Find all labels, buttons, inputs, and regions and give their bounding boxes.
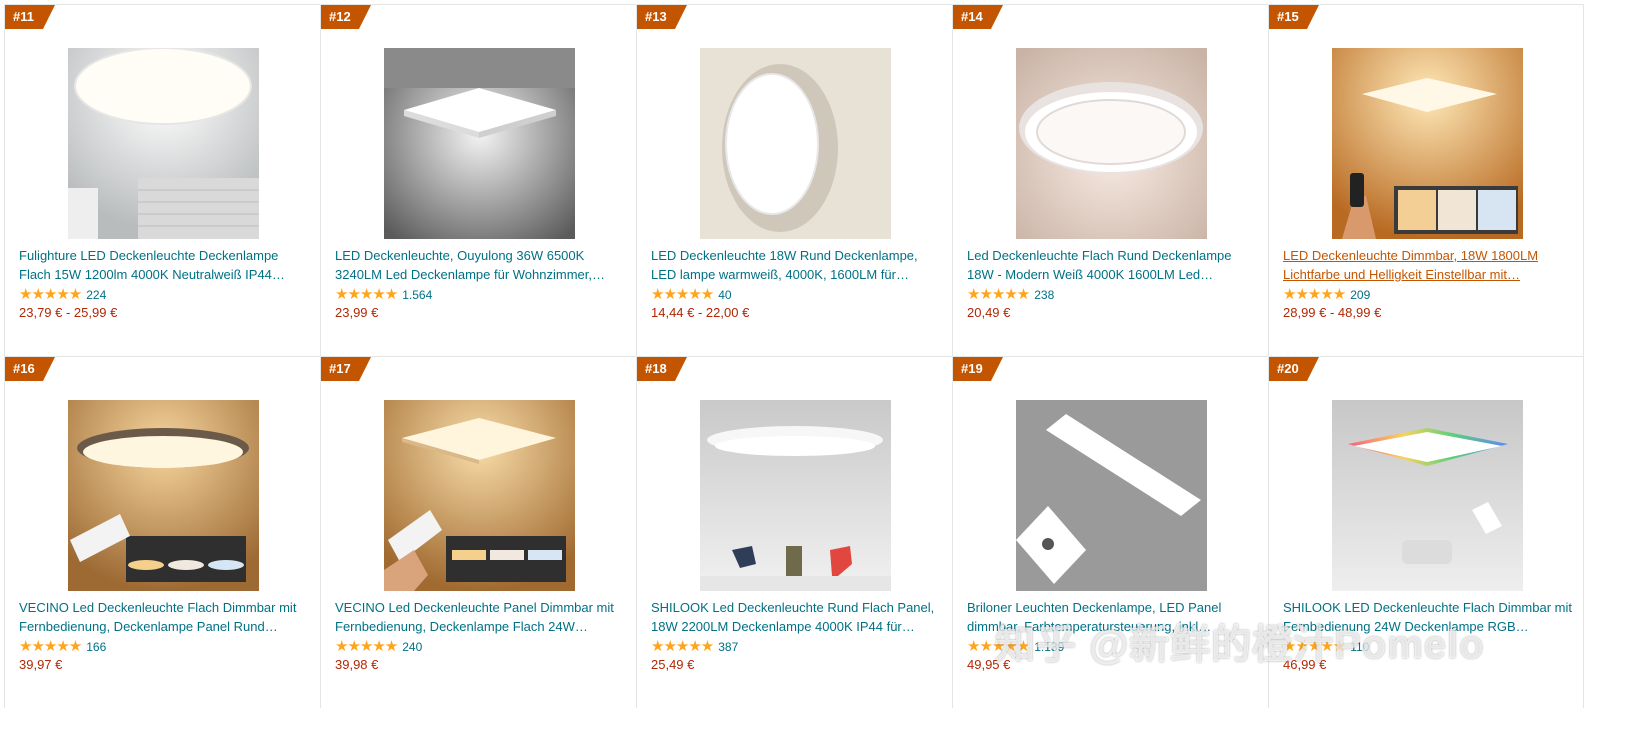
rank-badge: #16 [5, 357, 55, 381]
product-title-link[interactable]: LED Deckenleuchte, Ouyulong 36W 6500K 32… [335, 246, 625, 284]
rank-badge: #17 [321, 357, 371, 381]
rating[interactable]: ★★★★★ 238 [967, 287, 1054, 303]
product-title-link[interactable]: SHILOOK Led Deckenleuchte Rund Flach Pan… [651, 598, 941, 636]
rating[interactable]: ★★★★★ 209 [1283, 287, 1370, 303]
price: 14,44 € - 22,00 € [651, 305, 750, 320]
product-card[interactable]: #12 LED Deckenleuchte, Ouyulong 36W 6500… [320, 4, 636, 356]
product-title-link[interactable]: Led Deckenleuchte Flach Rund Deckenlampe… [967, 246, 1257, 284]
star-rating-icon: ★★★★★ [1283, 286, 1346, 303]
price: 39,97 € [19, 657, 63, 672]
price: 23,79 € - 25,99 € [19, 305, 118, 320]
review-count-link[interactable]: 209 [1350, 288, 1370, 302]
review-count-link[interactable]: 1.564 [402, 288, 432, 302]
rank-badge: #12 [321, 5, 371, 29]
star-rating-icon: ★★★★★ [967, 286, 1030, 303]
star-rating-icon: ★★★★★ [19, 638, 82, 655]
product-image[interactable] [1332, 48, 1523, 239]
rating[interactable]: ★★★★★ 224 [19, 287, 106, 303]
rating[interactable]: ★★★★★ 166 [19, 639, 106, 655]
product-title-link[interactable]: Fulighture LED Deckenleuchte Deckenlampe… [19, 246, 309, 284]
star-rating-icon: ★★★★★ [651, 286, 714, 303]
review-count-link[interactable]: 110 [1350, 640, 1369, 654]
review-count-link[interactable]: 224 [86, 288, 106, 302]
price: 20,49 € [967, 305, 1011, 320]
product-title-link[interactable]: LED Deckenleuchte Dimmbar, 18W 1800LM Li… [1283, 246, 1573, 284]
rating[interactable]: ★★★★★ 387 [651, 639, 738, 655]
rating[interactable]: ★★★★★ 40 [651, 287, 732, 303]
product-card[interactable]: #14 Led Deckenleuchte Flach Rund Deckenl… [952, 4, 1268, 356]
review-count-link[interactable]: 387 [718, 640, 738, 654]
review-count-link[interactable]: 40 [718, 288, 731, 302]
review-count-link[interactable]: 240 [402, 640, 422, 654]
rank-badge: #20 [1269, 357, 1319, 381]
review-count-link[interactable]: 166 [86, 640, 106, 654]
rank-badge: #14 [953, 5, 1003, 29]
rating[interactable]: ★★★★★ 110 [1283, 639, 1369, 655]
product-image[interactable] [1332, 400, 1523, 591]
product-image[interactable] [68, 400, 259, 591]
star-rating-icon: ★★★★★ [1283, 638, 1346, 655]
product-card[interactable]: #17 VECINO Led Deckenleuchte Panel Dimmb… [320, 356, 636, 708]
rating[interactable]: ★★★★★ 1.564 [335, 287, 432, 303]
product-title-link[interactable]: VECINO Led Deckenleuchte Panel Dimmbar m… [335, 598, 625, 636]
product-image[interactable] [68, 48, 259, 239]
price: 46,99 € [1283, 657, 1327, 672]
star-rating-icon: ★★★★★ [967, 638, 1030, 655]
rank-badge: #18 [637, 357, 687, 381]
star-rating-icon: ★★★★★ [335, 286, 398, 303]
review-count-link[interactable]: 1.139 [1034, 640, 1064, 654]
review-count-link[interactable]: 238 [1034, 288, 1054, 302]
product-image[interactable] [384, 48, 575, 239]
rank-badge: #15 [1269, 5, 1319, 29]
star-rating-icon: ★★★★★ [19, 286, 82, 303]
star-rating-icon: ★★★★★ [335, 638, 398, 655]
product-card[interactable]: #19 Briloner Leuchten Deckenlampe, LED P… [952, 356, 1268, 708]
product-card[interactable]: #16 VECINO Led Deckenleuchte Flach Dimmb… [4, 356, 320, 708]
product-title-link[interactable]: Briloner Leuchten Deckenlampe, LED Panel… [967, 598, 1257, 636]
product-image[interactable] [700, 400, 891, 591]
product-title-link[interactable]: VECINO Led Deckenleuchte Flach Dimmbar m… [19, 598, 309, 636]
product-image[interactable] [1016, 400, 1207, 591]
price: 39,98 € [335, 657, 379, 672]
product-image[interactable] [384, 400, 575, 591]
product-title-link[interactable]: LED Deckenleuchte 18W Rund Deckenlampe, … [651, 246, 941, 284]
rank-badge: #13 [637, 5, 687, 29]
product-card[interactable]: #15 LED Deckenleuchte Dimmbar, 18W 1800L… [1268, 4, 1584, 356]
price: 28,99 € - 48,99 € [1283, 305, 1382, 320]
product-card[interactable]: #13 LED Deckenleuchte 18W Rund Deckenlam… [636, 4, 952, 356]
product-card[interactable]: #18 SHILOOK Led Deckenleuchte Rund Flach… [636, 356, 952, 708]
price: 49,95 € [967, 657, 1011, 672]
rank-badge: #11 [5, 5, 55, 29]
product-image[interactable] [1016, 48, 1207, 239]
rating[interactable]: ★★★★★ 1.139 [967, 639, 1064, 655]
bestseller-grid: #11 Fulighture LED Deckenleuchte Deckenl… [4, 4, 1644, 708]
product-card[interactable]: #11 Fulighture LED Deckenleuchte Deckenl… [4, 4, 320, 356]
product-title-link[interactable]: SHILOOK LED Deckenleuchte Flach Dimmbar … [1283, 598, 1573, 636]
rank-badge: #19 [953, 357, 1003, 381]
star-rating-icon: ★★★★★ [651, 638, 714, 655]
price: 23,99 € [335, 305, 379, 320]
product-card[interactable]: #20 SHILOOK LED Deckenleuchte Flach Dimm… [1268, 356, 1584, 708]
price: 25,49 € [651, 657, 695, 672]
rating[interactable]: ★★★★★ 240 [335, 639, 422, 655]
product-image[interactable] [700, 48, 891, 239]
